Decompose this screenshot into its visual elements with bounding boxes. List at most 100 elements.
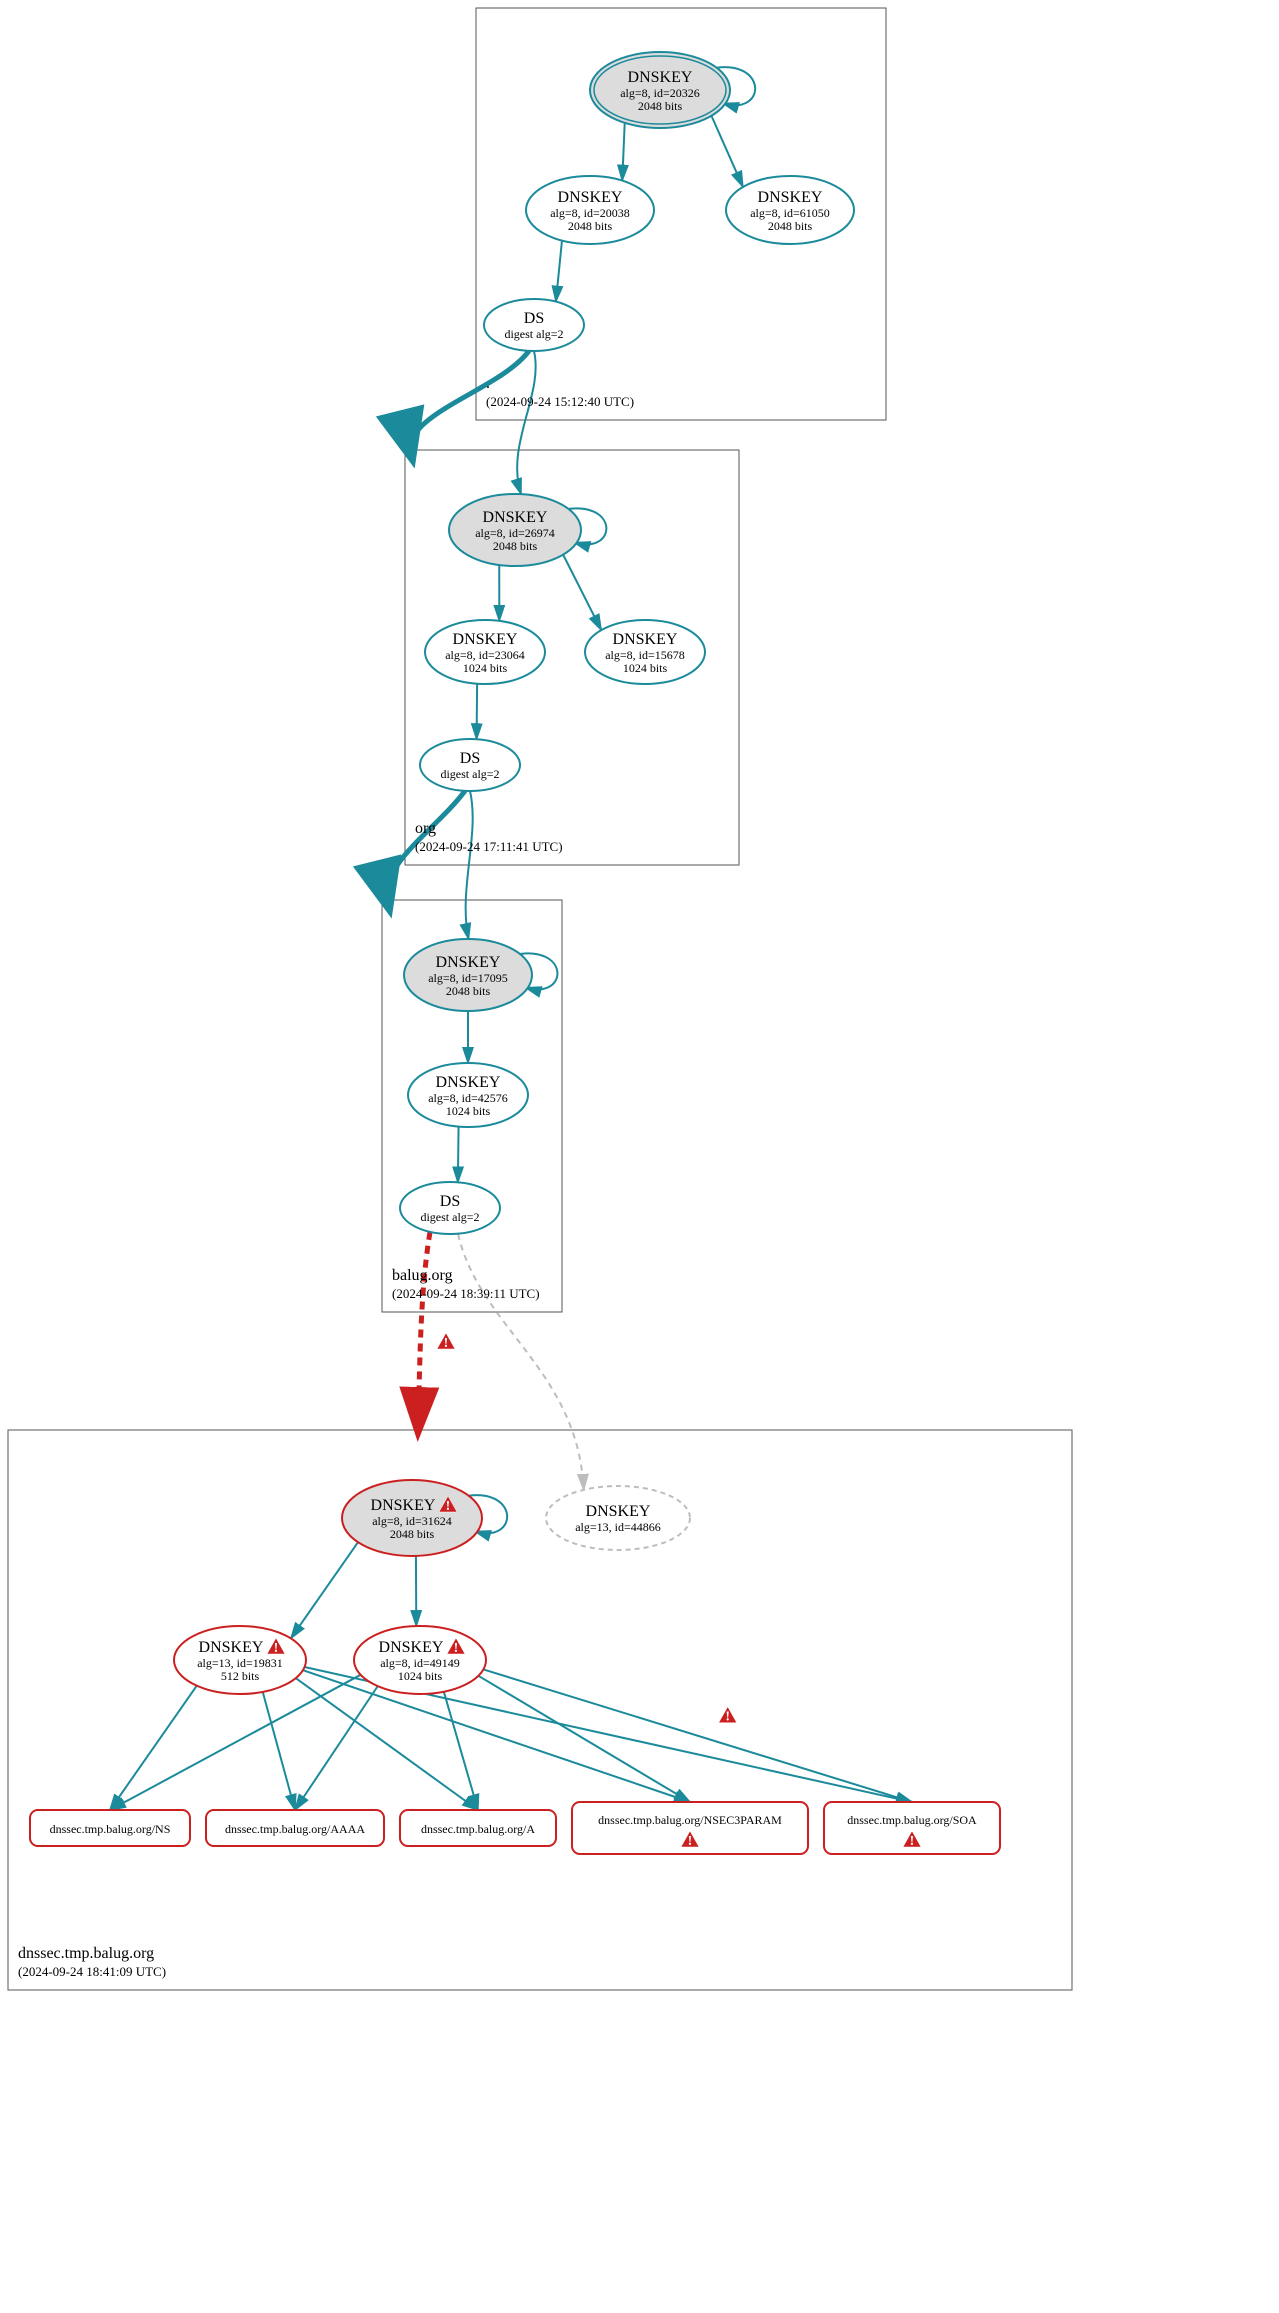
node-root_zsk2: DNSKEYalg=8, id=610502048 bits xyxy=(726,176,854,244)
rr-edge xyxy=(444,1692,478,1810)
node-line2: 1024 bits xyxy=(398,1669,443,1683)
node-title: DS xyxy=(460,750,480,767)
svg-text:!: ! xyxy=(910,1834,915,1849)
node-line1: alg=8, id=61050 xyxy=(750,206,830,220)
node-title: DNSKEY xyxy=(436,1074,501,1091)
node-root_ksk: DNSKEYalg=8, id=203262048 bits xyxy=(590,52,730,128)
rr-rr_n3p: dnssec.tmp.balug.org/NSEC3PARAM! xyxy=(572,1802,808,1854)
dnssec-diagram: !! DNSKEYalg=8, id=203262048 bitsDNSKEYa… xyxy=(0,0,1279,2313)
zone-label-org: org xyxy=(415,820,436,837)
node-balug_ksk: DNSKEYalg=8, id=170952048 bits xyxy=(404,939,532,1011)
node-title: DS xyxy=(524,310,544,327)
node-dn_ksk: DNSKEY!alg=8, id=316242048 bits xyxy=(342,1480,482,1556)
node-line1: alg=8, id=26974 xyxy=(475,526,555,540)
rr-edge xyxy=(295,1686,378,1810)
node-line2: 1024 bits xyxy=(446,1104,491,1118)
node-line2: 1024 bits xyxy=(623,661,668,675)
node-title: DNSKEY xyxy=(628,69,693,86)
warning-icon: ! xyxy=(719,1707,737,1725)
rr-edge xyxy=(110,1675,361,1810)
node-line1: alg=8, id=20326 xyxy=(620,86,700,100)
zone-box-dnssec xyxy=(8,1430,1072,1990)
zone-label-balug: balug.org xyxy=(392,1267,453,1284)
node-dn_zsk2: DNSKEY!alg=8, id=491491024 bits xyxy=(354,1626,486,1694)
rr-label: dnssec.tmp.balug.org/AAAA xyxy=(225,1822,365,1836)
rr-rr_aaaa: dnssec.tmp.balug.org/AAAA xyxy=(206,1810,384,1846)
edge xyxy=(563,555,601,630)
node-org_zsk2: DNSKEYalg=8, id=156781024 bits xyxy=(585,620,705,684)
node-balug_zsk: DNSKEYalg=8, id=425761024 bits xyxy=(408,1063,528,1127)
node-title: DNSKEY xyxy=(758,189,823,206)
node-line1: digest alg=2 xyxy=(440,767,499,781)
rr-label: dnssec.tmp.balug.org/NS xyxy=(50,1822,171,1836)
node-title: DNSKEY xyxy=(586,1503,651,1520)
svg-text:!: ! xyxy=(444,1336,449,1351)
rr-label: dnssec.tmp.balug.org/NSEC3PARAM xyxy=(598,1813,782,1827)
node-line1: alg=8, id=31624 xyxy=(372,1514,452,1528)
rr-edge xyxy=(303,1670,690,1802)
node-line1: alg=8, id=23064 xyxy=(445,648,525,662)
node-title: DS xyxy=(440,1193,460,1210)
node-line1: alg=8, id=17095 xyxy=(428,971,508,985)
svg-text:!: ! xyxy=(274,1641,279,1656)
node-line2: 1024 bits xyxy=(463,661,508,675)
node-line2: 2048 bits xyxy=(493,539,538,553)
node-line2: 512 bits xyxy=(221,1669,260,1683)
svg-text:!: ! xyxy=(688,1834,693,1849)
rr-rr_soa: dnssec.tmp.balug.org/SOA! xyxy=(824,1802,1000,1854)
zone-label-root: . xyxy=(486,375,490,392)
node-line2: 2048 bits xyxy=(568,219,613,233)
zone-link-thin-ghost xyxy=(458,1234,584,1490)
edge xyxy=(291,1542,358,1638)
rr-label: dnssec.tmp.balug.org/A xyxy=(421,1822,535,1836)
warning-icon: ! xyxy=(437,1333,455,1351)
node-line1: alg=13, id=44866 xyxy=(575,1520,661,1534)
node-title: DNSKEY xyxy=(379,1639,444,1656)
node-balug_ds: DSdigest alg=2 xyxy=(400,1182,500,1234)
node-line2: 2048 bits xyxy=(390,1527,435,1541)
rr-edge xyxy=(263,1692,295,1810)
svg-text:!: ! xyxy=(446,1499,451,1514)
node-line2: 2048 bits xyxy=(768,219,813,233)
edge xyxy=(477,684,478,740)
rr-label: dnssec.tmp.balug.org/SOA xyxy=(847,1813,977,1827)
edge xyxy=(458,1127,459,1183)
zone-timestamp-dnssec: (2024-09-24 18:41:09 UTC) xyxy=(18,1964,166,1979)
node-line2: 2048 bits xyxy=(446,984,491,998)
edge xyxy=(556,241,562,302)
zone-link-thick-error xyxy=(418,1232,430,1432)
rr-edge xyxy=(478,1676,690,1802)
node-org_ds: DSdigest alg=2 xyxy=(420,739,520,791)
node-dn_zsk1: DNSKEY!alg=13, id=19831512 bits xyxy=(174,1626,306,1694)
zone-timestamp-root: (2024-09-24 15:12:40 UTC) xyxy=(486,394,634,409)
rr-rr_a: dnssec.tmp.balug.org/A xyxy=(400,1810,556,1846)
node-title: DNSKEY xyxy=(483,509,548,526)
node-root_zsk1: DNSKEYalg=8, id=200382048 bits xyxy=(526,176,654,244)
node-root_ds: DSdigest alg=2 xyxy=(484,299,584,351)
edge xyxy=(711,116,743,187)
zone-link-thin xyxy=(517,351,536,494)
zone-timestamp-org: (2024-09-24 17:11:41 UTC) xyxy=(415,839,563,854)
node-dn_ghost: DNSKEYalg=13, id=44866 xyxy=(546,1486,690,1550)
node-line1: alg=8, id=20038 xyxy=(550,206,630,220)
node-org_zsk1: DNSKEYalg=8, id=230641024 bits xyxy=(425,620,545,684)
edge xyxy=(622,123,624,181)
node-org_ksk: DNSKEYalg=8, id=269742048 bits xyxy=(449,494,581,566)
node-line1: alg=8, id=49149 xyxy=(380,1656,460,1670)
svg-text:!: ! xyxy=(454,1641,459,1656)
node-line1: alg=8, id=15678 xyxy=(605,648,685,662)
rr-edge xyxy=(110,1686,197,1810)
node-title: DNSKEY xyxy=(436,954,501,971)
node-title: DNSKEY xyxy=(453,631,518,648)
zone-timestamp-balug: (2024-09-24 18:39:11 UTC) xyxy=(392,1286,540,1301)
node-title: DNSKEY xyxy=(613,631,678,648)
node-title: DNSKEY xyxy=(558,189,623,206)
svg-text:!: ! xyxy=(725,1710,730,1725)
node-line1: alg=13, id=19831 xyxy=(197,1656,283,1670)
node-title: DNSKEY xyxy=(371,1497,436,1514)
node-title: DNSKEY xyxy=(199,1639,264,1656)
node-line2: 2048 bits xyxy=(638,99,683,113)
node-line1: alg=8, id=42576 xyxy=(428,1091,508,1105)
node-line1: digest alg=2 xyxy=(504,327,563,341)
rr-rr_ns: dnssec.tmp.balug.org/NS xyxy=(30,1810,190,1846)
